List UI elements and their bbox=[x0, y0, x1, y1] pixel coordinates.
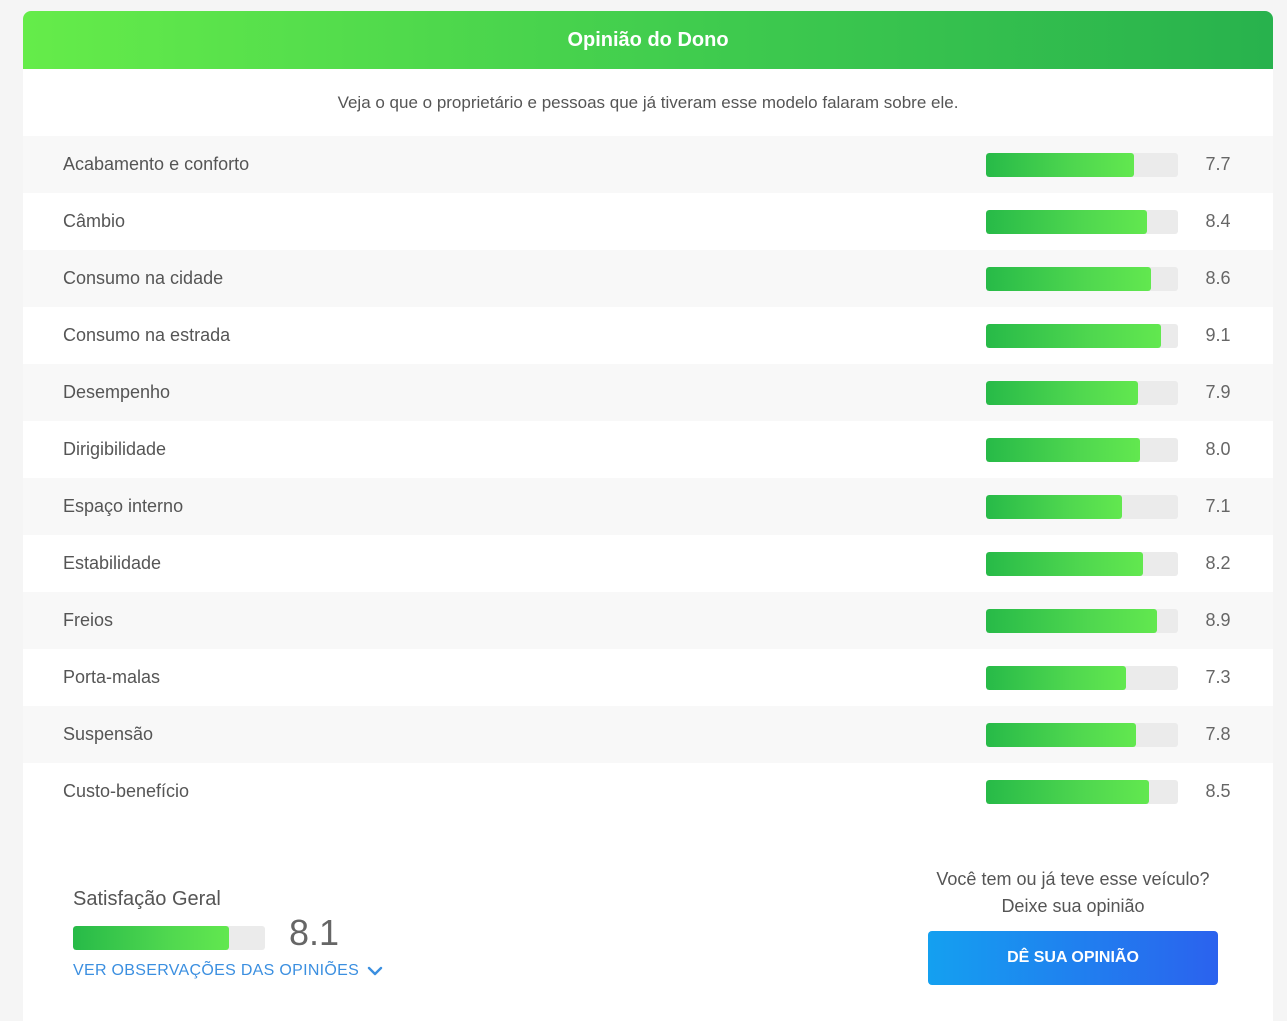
rating-bar-fill bbox=[986, 495, 1123, 519]
rating-bar-fill bbox=[986, 381, 1138, 405]
view-observations-label: VER OBSERVAÇÕES DAS OPINIÕES bbox=[73, 962, 360, 979]
summary-footer: Satisfação Geral 8.1 VER OBSERVAÇÕES DAS… bbox=[23, 820, 1273, 1021]
rating-row: Estabilidade 8.2 bbox=[23, 535, 1273, 592]
rating-bar-fill bbox=[986, 438, 1140, 462]
give-opinion-button[interactable]: DÊ SUA OPINIÃO bbox=[928, 931, 1218, 985]
rating-bar-fill bbox=[986, 153, 1134, 177]
rating-score: 8.4 bbox=[1205, 211, 1231, 231]
rating-bar bbox=[986, 780, 1178, 804]
rating-row: Acabamento e conforto 7.7 bbox=[23, 136, 1273, 193]
rating-bar bbox=[986, 723, 1178, 747]
rating-bar bbox=[986, 666, 1178, 690]
rating-bar bbox=[986, 153, 1178, 177]
view-observations-link[interactable]: VER OBSERVAÇÕES DAS OPINIÕES bbox=[73, 962, 383, 980]
rating-score: 8.2 bbox=[1205, 553, 1231, 573]
rating-row: Desempenho 7.9 bbox=[23, 364, 1273, 421]
rating-bar-fill bbox=[986, 210, 1148, 234]
rating-bar-fill bbox=[986, 666, 1127, 690]
rating-bar-fill bbox=[986, 324, 1161, 348]
rating-bar bbox=[986, 267, 1178, 291]
rating-score: 7.1 bbox=[1205, 496, 1231, 516]
rating-score: 7.8 bbox=[1205, 724, 1231, 744]
rating-row: Dirigibilidade 8.0 bbox=[23, 421, 1273, 478]
rating-score: 8.9 bbox=[1205, 610, 1231, 630]
section-title: Opinião do Dono bbox=[567, 28, 729, 51]
rating-bar-fill bbox=[986, 723, 1136, 747]
rating-score: 9.1 bbox=[1205, 325, 1231, 345]
overall-label: Satisfação Geral bbox=[73, 888, 221, 910]
section-header: Opinião do Dono bbox=[23, 11, 1273, 69]
chevron-down-icon bbox=[367, 966, 383, 976]
rating-bar bbox=[986, 381, 1178, 405]
rating-score: 7.9 bbox=[1205, 382, 1231, 402]
rating-bar bbox=[986, 438, 1178, 462]
rating-score: 8.0 bbox=[1205, 439, 1231, 459]
rating-row: Consumo na estrada 9.1 bbox=[23, 307, 1273, 364]
overall-bar-fill bbox=[73, 926, 229, 950]
rating-row: Câmbio 8.4 bbox=[23, 193, 1273, 250]
rating-score: 7.7 bbox=[1205, 154, 1231, 174]
rating-row: Suspensão 7.8 bbox=[23, 706, 1273, 763]
cta-question: Você tem ou já teve esse veículo? bbox=[936, 869, 1210, 889]
owner-opinion-card: Opinião do Dono Veja o que o proprietári… bbox=[23, 11, 1273, 1021]
cta-invite: Deixe sua opinião bbox=[1001, 896, 1145, 916]
ratings-list: Acabamento e conforto 7.7 Câmbio 8.4 Consumo… bbox=[23, 136, 1273, 820]
rating-row: Espaço interno 7.1 bbox=[23, 478, 1273, 535]
rating-bar bbox=[986, 552, 1178, 576]
rating-bar bbox=[986, 324, 1178, 348]
rating-score: 7.3 bbox=[1205, 667, 1231, 687]
rating-row: Consumo na cidade 8.6 bbox=[23, 250, 1273, 307]
cta-text: Você tem ou já teve esse veículo? Deixe … bbox=[903, 866, 1243, 920]
rating-bar-fill bbox=[986, 552, 1144, 576]
rating-bar bbox=[986, 609, 1178, 633]
rating-bar-fill bbox=[986, 609, 1157, 633]
rating-score: 8.5 bbox=[1205, 781, 1231, 801]
section-subtitle: Veja o que o proprietário e pessoas que … bbox=[337, 92, 959, 112]
rating-bar-fill bbox=[986, 780, 1150, 804]
rating-row: Porta-malas 7.3 bbox=[23, 649, 1273, 706]
rating-bar bbox=[986, 210, 1178, 234]
rating-row: Freios 8.9 bbox=[23, 592, 1273, 649]
rating-row: Custo-benefício 8.5 bbox=[23, 763, 1273, 820]
rating-bar-fill bbox=[986, 267, 1152, 291]
overall-score: 8.1 bbox=[289, 912, 340, 953]
overall-bar bbox=[73, 926, 265, 950]
rating-score: 8.6 bbox=[1205, 268, 1231, 288]
rating-bar bbox=[986, 495, 1178, 519]
